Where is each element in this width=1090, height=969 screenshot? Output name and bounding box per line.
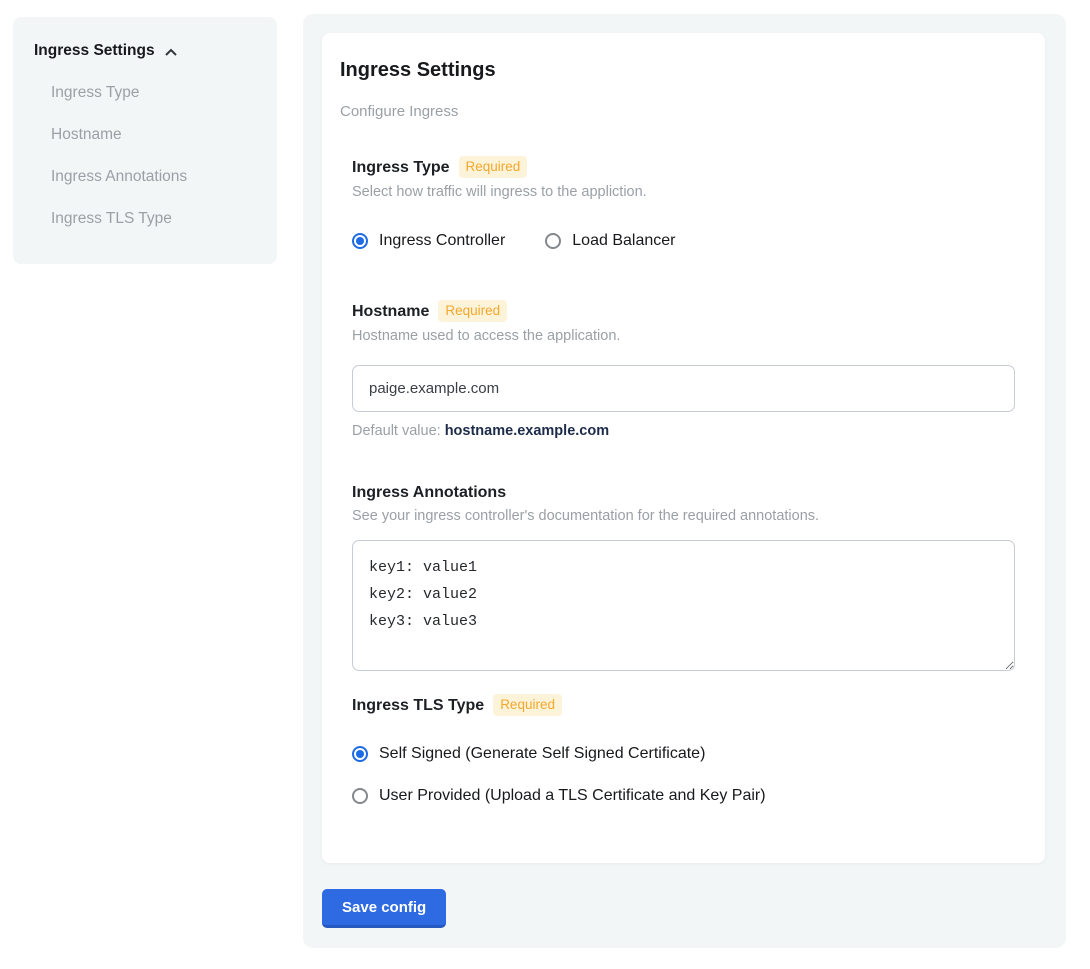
page-title: Ingress Settings [340,59,1015,82]
section-ingress-type: Ingress Type Required Select how traffic… [352,156,1015,250]
ingress-settings-card: Ingress Settings Configure Ingress Ingre… [322,33,1045,863]
ingress-annotations-textarea[interactable]: key1: value1 key2: value2 key3: value3 [352,540,1015,671]
ingress-annotations-description: See your ingress controller's documentat… [352,508,1015,525]
radio-user-provided[interactable]: User Provided (Upload a TLS Certificate … [352,786,1015,805]
hostname-description: Hostname used to access the application. [352,328,1015,345]
default-value: hostname.example.com [445,423,609,439]
chevron-up-icon [164,47,178,58]
required-badge: Required [438,300,507,322]
sidebar-item-ingress-type[interactable]: Ingress Type [51,84,277,102]
sidebar-item-ingress-tls-type[interactable]: Ingress TLS Type [51,210,277,228]
required-badge: Required [493,694,562,716]
section-ingress-annotations: Ingress Annotations See your ingress con… [352,483,1015,671]
sidebar-group-label: Ingress Settings [34,42,155,60]
form-sections: Ingress Type Required Select how traffic… [352,156,1015,805]
radio-label: User Provided (Upload a TLS Certificate … [379,786,766,805]
radio-icon [352,788,368,804]
sidebar: Ingress Settings Ingress Type Hostname I… [13,17,277,264]
save-config-button[interactable]: Save config [322,889,446,928]
sidebar-item-ingress-annotations[interactable]: Ingress Annotations [51,168,277,186]
radio-load-balancer[interactable]: Load Balancer [545,231,675,250]
section-ingress-tls-type: Ingress TLS Type Required Self Signed (G… [352,694,1015,805]
sidebar-group-ingress-settings[interactable]: Ingress Settings [34,42,277,60]
ingress-tls-type-options: Self Signed (Generate Self Signed Certif… [352,744,1015,805]
ingress-type-label: Ingress Type [352,158,450,177]
page-subtitle: Configure Ingress [340,103,1015,120]
radio-icon [352,746,368,762]
radio-label: Ingress Controller [379,231,505,250]
hostname-default-line: Default value: hostname.example.com [352,423,1015,439]
sidebar-item-hostname[interactable]: Hostname [51,126,277,144]
default-value-prefix: Default value: [352,423,445,439]
hostname-input[interactable] [352,365,1015,412]
ingress-type-description: Select how traffic will ingress to the a… [352,184,1015,201]
radio-self-signed[interactable]: Self Signed (Generate Self Signed Certif… [352,744,1015,763]
main-panel: Ingress Settings Configure Ingress Ingre… [303,14,1066,948]
section-hostname: Hostname Required Hostname used to acces… [352,300,1015,439]
ingress-annotations-label: Ingress Annotations [352,483,506,502]
hostname-label: Hostname [352,302,429,321]
radio-label: Load Balancer [572,231,675,250]
required-badge: Required [459,156,528,178]
radio-ingress-controller[interactable]: Ingress Controller [352,231,505,250]
radio-icon [545,233,561,249]
sidebar-list: Ingress Type Hostname Ingress Annotation… [34,84,277,228]
ingress-type-options: Ingress Controller Load Balancer [352,231,1015,250]
radio-label: Self Signed (Generate Self Signed Certif… [379,744,705,763]
radio-icon [352,233,368,249]
ingress-tls-type-label: Ingress TLS Type [352,696,484,715]
